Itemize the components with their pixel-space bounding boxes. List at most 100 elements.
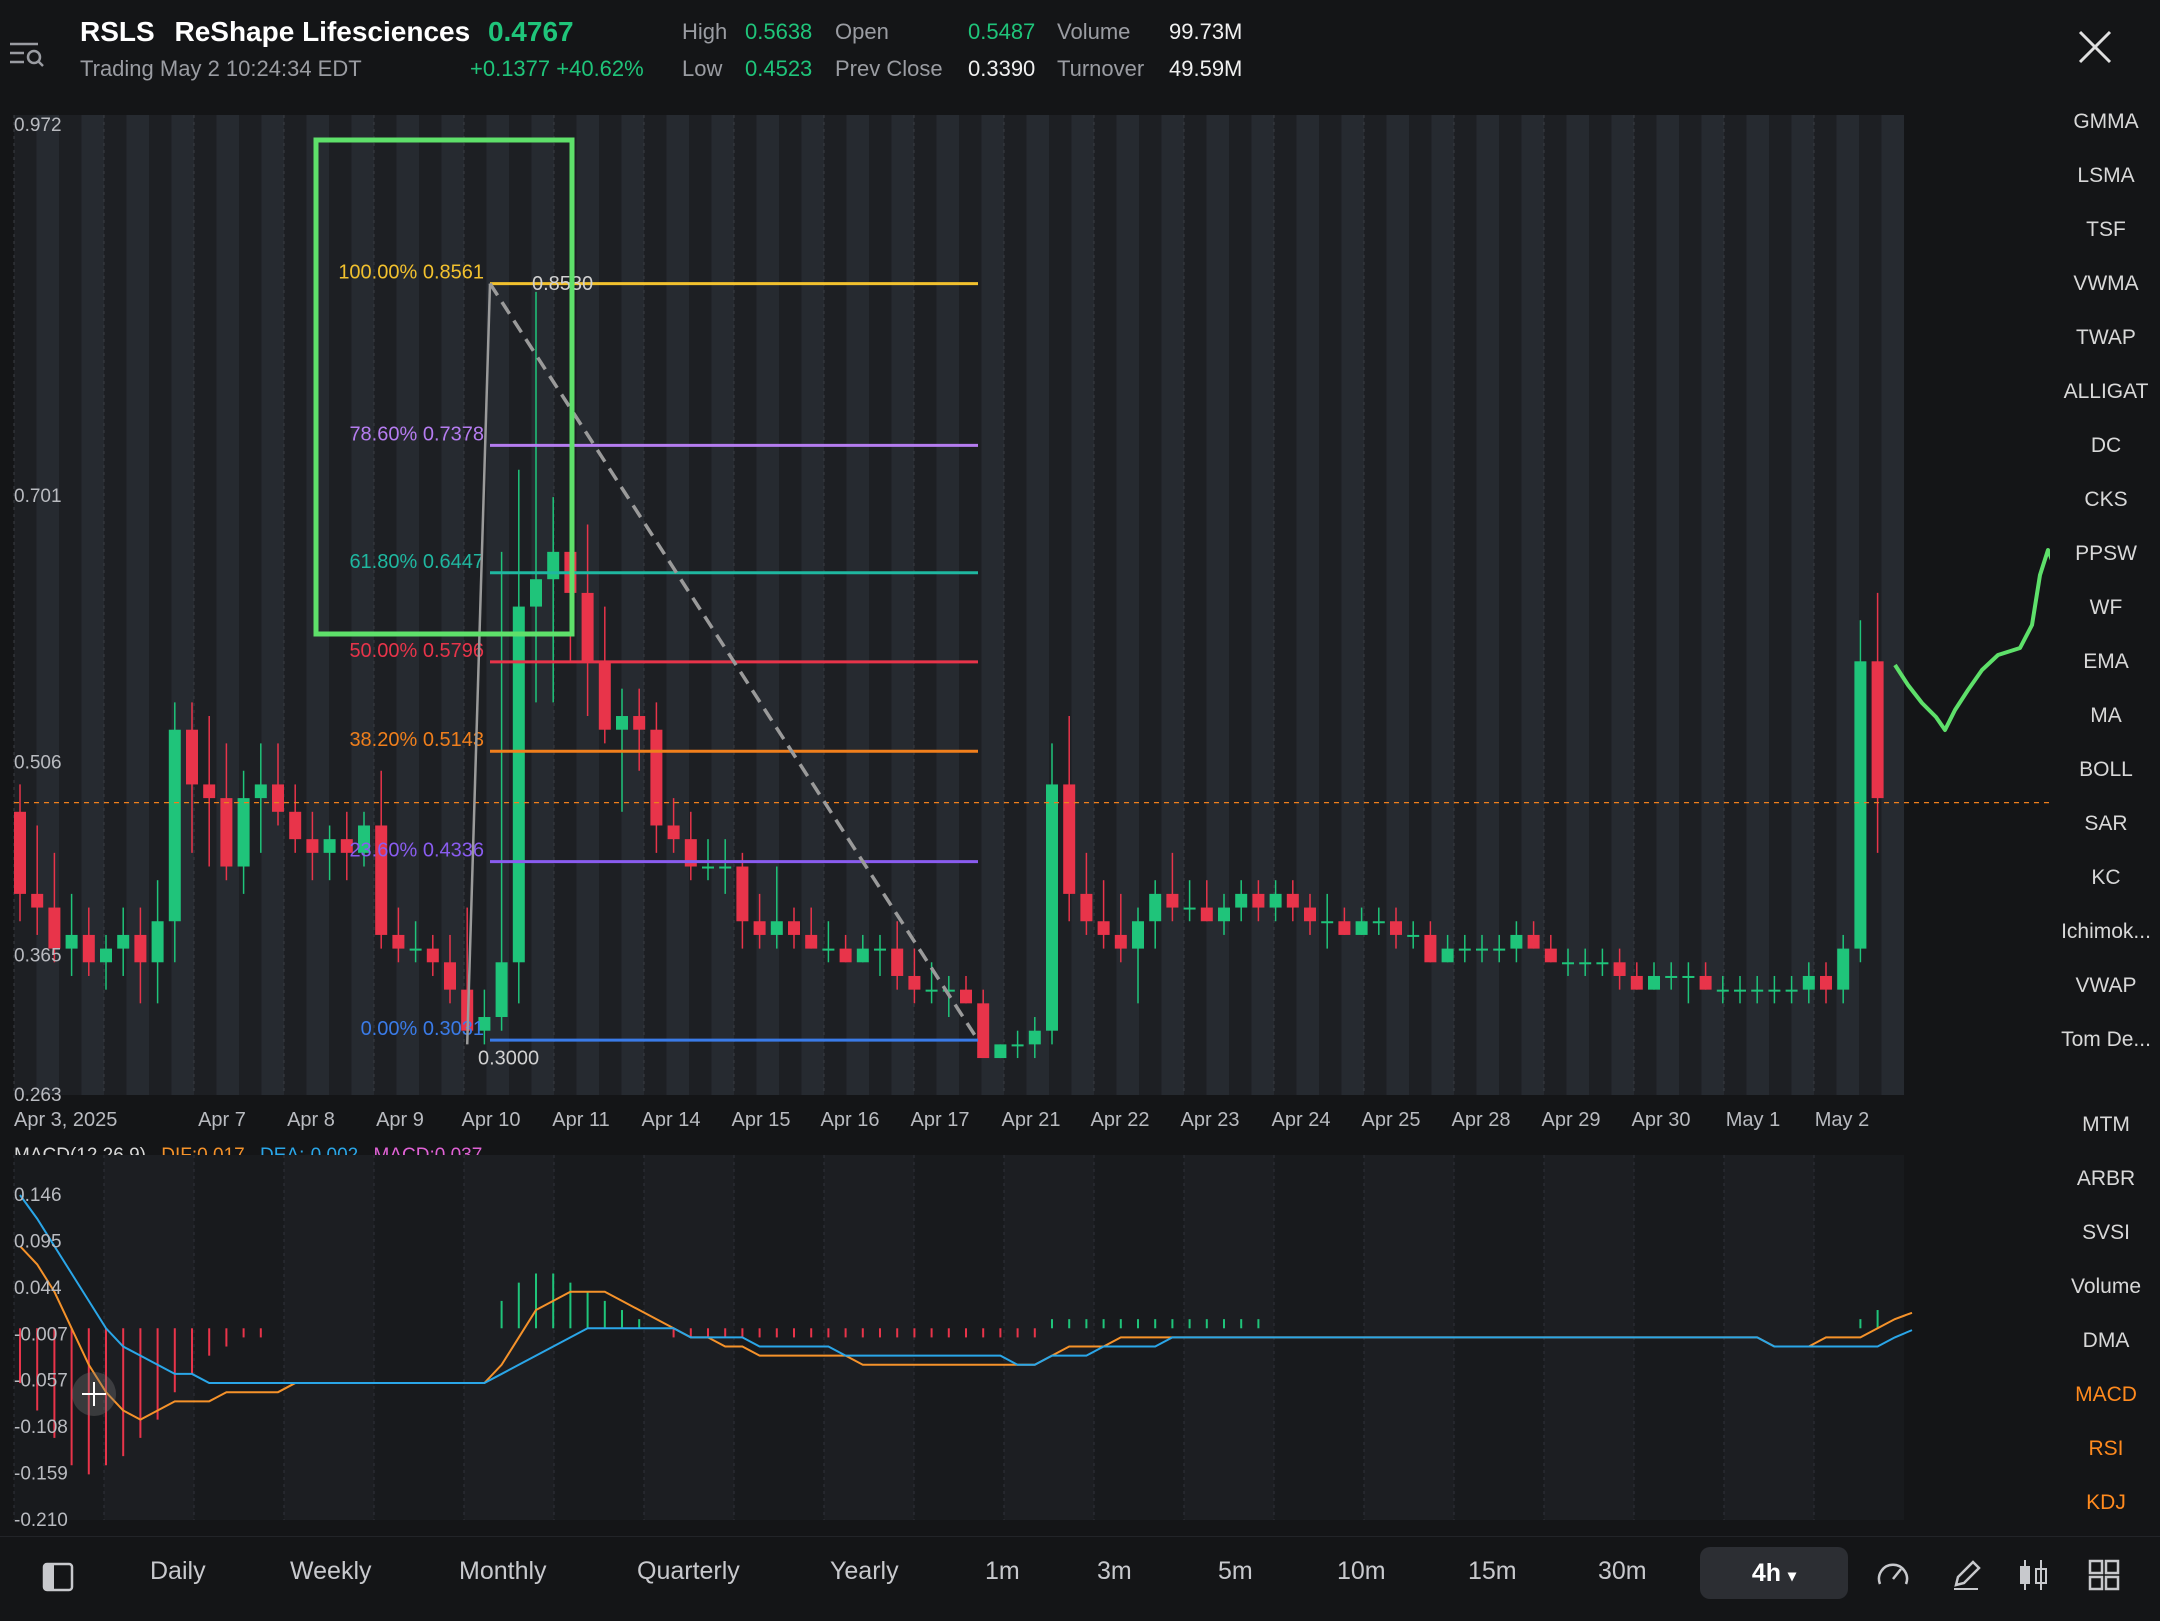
session-stripe xyxy=(891,115,914,1095)
indicator-ema[interactable]: EMA xyxy=(2052,650,2160,674)
session-stripe xyxy=(1341,115,1364,1095)
period-4h-dropdown[interactable]: 4h ▾ xyxy=(1700,1547,1848,1599)
indicator-gmma[interactable]: GMMA xyxy=(2052,110,2160,134)
prev-close-label: Prev Close xyxy=(835,56,943,81)
date-tick-label: Apr 24 xyxy=(1272,1109,1331,1131)
indicator-dma[interactable]: DMA xyxy=(2052,1329,2160,1353)
candle-body xyxy=(1097,921,1110,935)
crosshair-handle[interactable] xyxy=(72,1372,116,1416)
candle-body xyxy=(1699,975,1712,990)
date-tick-label: May 1 xyxy=(1726,1109,1780,1131)
volume-label: Volume xyxy=(1057,19,1131,44)
fib-level-label: 61.80% 0.6447 xyxy=(349,551,484,573)
indicator-lsma[interactable]: LSMA xyxy=(2052,164,2160,188)
indicator-cks[interactable]: CKS xyxy=(2052,488,2160,512)
pen-draw-icon[interactable] xyxy=(1948,1557,1984,1593)
chevron-down-icon: ▾ xyxy=(1788,1568,1797,1585)
indicator-rsi[interactable]: RSI xyxy=(2052,1437,2160,1461)
indicator-boll[interactable]: BOLL xyxy=(2052,758,2160,782)
indicator-vwma[interactable]: VWMA xyxy=(2052,272,2160,296)
candle-body xyxy=(1132,921,1144,949)
period-monthly[interactable]: Monthly xyxy=(459,1557,547,1586)
candle-body xyxy=(495,962,508,1018)
period-30m[interactable]: 30m xyxy=(1598,1557,1647,1586)
candle-body xyxy=(289,811,302,840)
indicator-volume[interactable]: Volume xyxy=(2052,1275,2160,1299)
candle-body xyxy=(1476,948,1488,951)
candle-body xyxy=(650,729,663,826)
date-tick-label: Apr 16 xyxy=(821,1109,880,1131)
indicator-svsi[interactable]: SVSI xyxy=(2052,1221,2160,1245)
date-tick-label: Apr 7 xyxy=(198,1109,246,1131)
macd-chart[interactable]: 0.146 0.095 0.044 -0.007 -0.057 -0.108 -0.159 -… xyxy=(0,1150,2050,1535)
candle-body xyxy=(1252,893,1265,908)
indicator-sar[interactable]: SAR xyxy=(2052,812,2160,836)
menu-search-icon[interactable] xyxy=(10,40,46,68)
high-value: 0.5638 xyxy=(745,19,813,44)
period-3m[interactable]: 3m xyxy=(1097,1557,1132,1586)
candle-body xyxy=(323,839,336,853)
period-5m[interactable]: 5m xyxy=(1218,1557,1253,1586)
candle-body xyxy=(891,948,904,976)
macd-stripe xyxy=(284,1155,374,1520)
indicator-ma[interactable]: MA xyxy=(2052,704,2160,728)
indicator-kc[interactable]: KC xyxy=(2052,866,2160,890)
period-yearly[interactable]: Yearly xyxy=(830,1557,899,1586)
period-10m[interactable]: 10m xyxy=(1337,1557,1386,1586)
period-15m[interactable]: 15m xyxy=(1468,1557,1517,1586)
close-icon[interactable] xyxy=(2074,26,2116,68)
layout-toggle-icon[interactable] xyxy=(40,1559,76,1595)
indicator-ichimok[interactable]: Ichimok... xyxy=(2052,920,2160,944)
session-stripe xyxy=(1746,115,1769,1095)
date-tick-label: Apr 23 xyxy=(1181,1109,1240,1131)
price-chart[interactable]: 100.00% 0.8561 78.60% 0.7378 61.80% 0.6447… xyxy=(0,105,2050,1145)
indicator-tsf[interactable]: TSF xyxy=(2052,218,2160,242)
candle-body xyxy=(1200,907,1213,922)
indicator-kdj[interactable]: KDJ xyxy=(2052,1491,2160,1515)
indicator-wf[interactable]: WF xyxy=(2052,596,2160,620)
indicator-twap[interactable]: TWAP xyxy=(2052,326,2160,350)
period-weekly[interactable]: Weekly xyxy=(290,1557,372,1586)
period-1m[interactable]: 1m xyxy=(985,1557,1020,1586)
candle-body xyxy=(788,921,800,935)
macd-stripe xyxy=(824,1155,914,1520)
candle-body xyxy=(1407,934,1420,937)
macd-stripe xyxy=(104,1155,194,1520)
indicator-vwap[interactable]: VWAP xyxy=(2052,974,2160,998)
candle-body xyxy=(1424,934,1437,963)
speedometer-icon[interactable] xyxy=(1875,1557,1911,1593)
macd-tick-label: -0.108 xyxy=(14,1417,68,1438)
indicator-mtm[interactable]: MTM xyxy=(2052,1113,2160,1137)
candle-body xyxy=(186,729,198,785)
candle-body xyxy=(667,825,680,840)
period-quarterly[interactable]: Quarterly xyxy=(637,1557,740,1586)
session-stripe xyxy=(1791,115,1814,1095)
session-stripe xyxy=(486,115,509,1095)
price-change: +0.1377 +40.62% xyxy=(470,56,644,81)
candle-body xyxy=(977,1003,990,1059)
candle-body xyxy=(1321,921,1334,924)
company-name: ReShape Lifesciences xyxy=(174,16,471,47)
candle-type-icon[interactable] xyxy=(2015,1557,2051,1593)
indicator-ppsw[interactable]: PPSW xyxy=(2052,542,2160,566)
date-tick-label: Apr 22 xyxy=(1091,1109,1150,1131)
candle-body xyxy=(117,934,130,949)
session-stripe xyxy=(1611,115,1634,1095)
session-stripe xyxy=(239,115,262,1095)
candle-body xyxy=(856,948,869,963)
indicator-dc[interactable]: DC xyxy=(2052,434,2160,458)
indicator-arbr[interactable]: ARBR xyxy=(2052,1167,2160,1191)
macd-tick-label: 0.044 xyxy=(14,1278,62,1299)
candle-body xyxy=(203,784,216,799)
indicator-macd[interactable]: MACD xyxy=(2052,1383,2160,1407)
candle-body xyxy=(444,962,456,990)
candle-body xyxy=(151,921,164,963)
date-tick-label: Apr 11 xyxy=(552,1109,609,1131)
indicator-alligat[interactable]: ALLIGAT xyxy=(2052,380,2160,404)
candle-body xyxy=(736,866,749,922)
period-daily[interactable]: Daily xyxy=(150,1557,206,1586)
grid-layout-icon[interactable] xyxy=(2086,1557,2122,1593)
candle-body xyxy=(392,934,405,949)
indicator-tomde[interactable]: Tom De... xyxy=(2052,1028,2160,1052)
candle-body xyxy=(994,1044,1007,1059)
